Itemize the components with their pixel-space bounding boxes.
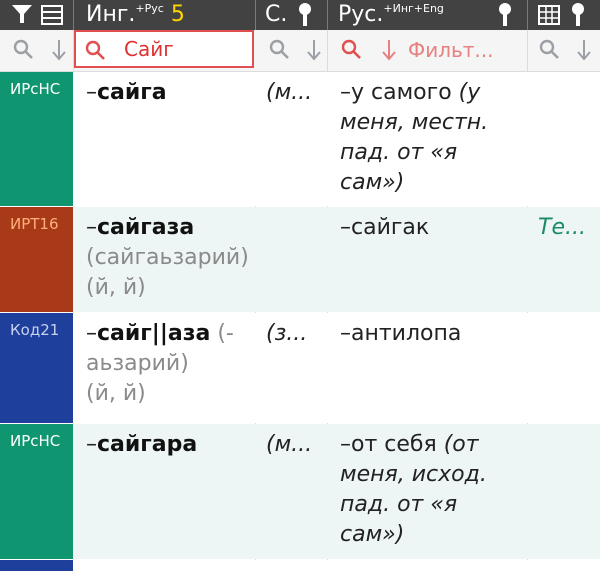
table-row[interactable]: ИРсНС –сайга (м... –у самого (у меня, ме…	[0, 72, 600, 206]
source-cell: (м...	[266, 80, 313, 105]
search-icon[interactable]	[12, 38, 34, 60]
rus-cell: –антилопа	[340, 321, 462, 346]
ing-cell: –сайгара	[86, 432, 198, 457]
header-bar: Инг.+Рус 5 С. Рус.+Инг+Eng	[0, 0, 600, 30]
sort-arrow-icon[interactable]	[380, 38, 398, 62]
headword: сайг||аза	[97, 321, 211, 346]
dictionary-tag: ИРсНС	[0, 424, 73, 559]
search-icon	[85, 40, 105, 60]
ing-cell: –сайгаза (сайгаьзарий) (й, й)	[86, 215, 249, 300]
ing-filter-input[interactable]: Сайг	[74, 30, 254, 68]
pin-icon[interactable]	[294, 2, 316, 28]
rus-filter-input[interactable]: Фильт...	[408, 38, 523, 62]
dictionary-tag: Код21	[0, 313, 73, 423]
ing-cell: –сайг||аза (-аьзарий) (й, й)	[86, 321, 234, 406]
table-row[interactable]	[0, 560, 600, 571]
column-header-ing[interactable]: Инг.+Рус 5	[86, 0, 185, 30]
search-icon[interactable]	[340, 38, 362, 60]
pin-icon[interactable]	[494, 2, 516, 28]
extra-cell[interactable]: Те...	[538, 213, 598, 243]
dictionary-tag	[0, 560, 73, 571]
grid-icon[interactable]	[537, 3, 561, 27]
column-header-rus[interactable]: Рус.+Инг+Eng	[338, 0, 444, 30]
ing-cell: –сайга	[86, 80, 167, 105]
search-icon[interactable]	[538, 38, 560, 60]
search-icon[interactable]	[268, 38, 290, 60]
list-view-icon[interactable]	[40, 3, 64, 27]
headword: сайга	[97, 80, 167, 105]
ing-filter-value: Сайг	[124, 37, 174, 61]
headword: сайгаза	[97, 215, 195, 240]
sort-arrow-icon[interactable]	[50, 38, 68, 62]
table-row[interactable]: ИРТ16 –сайгаза (сайгаьзарий) (й, й) –сайг…	[0, 207, 600, 312]
rus-cell: –сайгак	[340, 215, 430, 240]
word-forms: (сайгаьзарий) (й, й)	[86, 245, 249, 300]
source-cell: (м...	[266, 432, 313, 457]
filter-funnel-icon[interactable]	[10, 2, 34, 26]
pin-icon[interactable]	[567, 2, 589, 28]
rus-cell: –от себя (от меня, исход. пад. от «я сам…	[340, 432, 487, 547]
dictionary-tag: ИРсНС	[0, 72, 73, 206]
column-header-src[interactable]: С.	[265, 0, 287, 30]
rus-cell: –у самого (у меня, местн. пад. от «я сам…	[340, 80, 489, 195]
table-row[interactable]: Код21 –сайг||аза (-аьзарий) (й, й) (з...…	[0, 313, 600, 423]
result-count: 5	[170, 2, 185, 27]
table-row[interactable]: ИРсНС –сайгара (м... –от себя (от меня, …	[0, 424, 600, 559]
sort-arrow-icon[interactable]	[305, 38, 323, 62]
headword: сайгара	[97, 432, 198, 457]
dictionary-tag: ИРТ16	[0, 207, 73, 312]
sort-arrow-icon[interactable]	[575, 38, 593, 62]
source-cell: (з...	[266, 321, 308, 346]
